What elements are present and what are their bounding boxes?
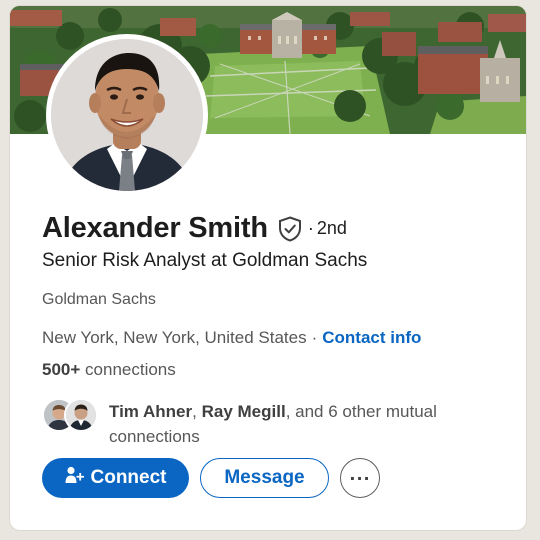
connections-label: connections [85,360,176,379]
mutual-name-2: Ray Megill [201,402,286,421]
connect-label: Connect [90,467,167,488]
message-label: Message [224,467,305,488]
name-row: Alexander Smith · 2nd [42,212,347,245]
profile-card: Alexander Smith · 2nd Senior Risk Analyst… [10,6,526,530]
connect-button[interactable]: Connect [42,458,189,498]
location-text: New York, New York, United States [42,328,307,347]
location-row: New York, New York, United States · Contac… [42,328,421,348]
connections-number: 500+ [42,360,81,379]
mutual-connections[interactable]: Tim Ahner, Ray Megill, and 6 other mutua… [42,396,512,446]
profile-photo [51,39,203,191]
location-separator: · [311,328,318,347]
contact-info-link[interactable]: Contact info [322,328,421,347]
more-actions-button[interactable]: ··· [340,458,380,498]
shield-check-icon[interactable] [278,215,302,242]
add-person-icon [65,466,85,490]
mutual-connections-text: Tim Ahner, Ray Megill, and 6 other mutua… [109,399,509,449]
mutual-avatars [42,398,102,434]
connection-degree: · 2nd [308,218,347,239]
degree-label: 2nd [316,218,347,238]
mutual-name-1: Tim Ahner [109,402,193,421]
mutual-avatar-2 [64,398,98,432]
message-button[interactable]: Message [200,458,329,498]
profile-headline: Senior Risk Analyst at Goldman Sachs [42,250,368,271]
more-icon: ··· [349,468,371,488]
current-company[interactable]: Goldman Sachs [42,291,156,309]
profile-name[interactable]: Alexander Smith [42,212,268,245]
connections-count[interactable]: 500+ connections [42,360,176,380]
degree-separator: · [307,218,314,238]
profile-avatar[interactable] [46,34,208,196]
mutual-comma: , [192,402,197,421]
